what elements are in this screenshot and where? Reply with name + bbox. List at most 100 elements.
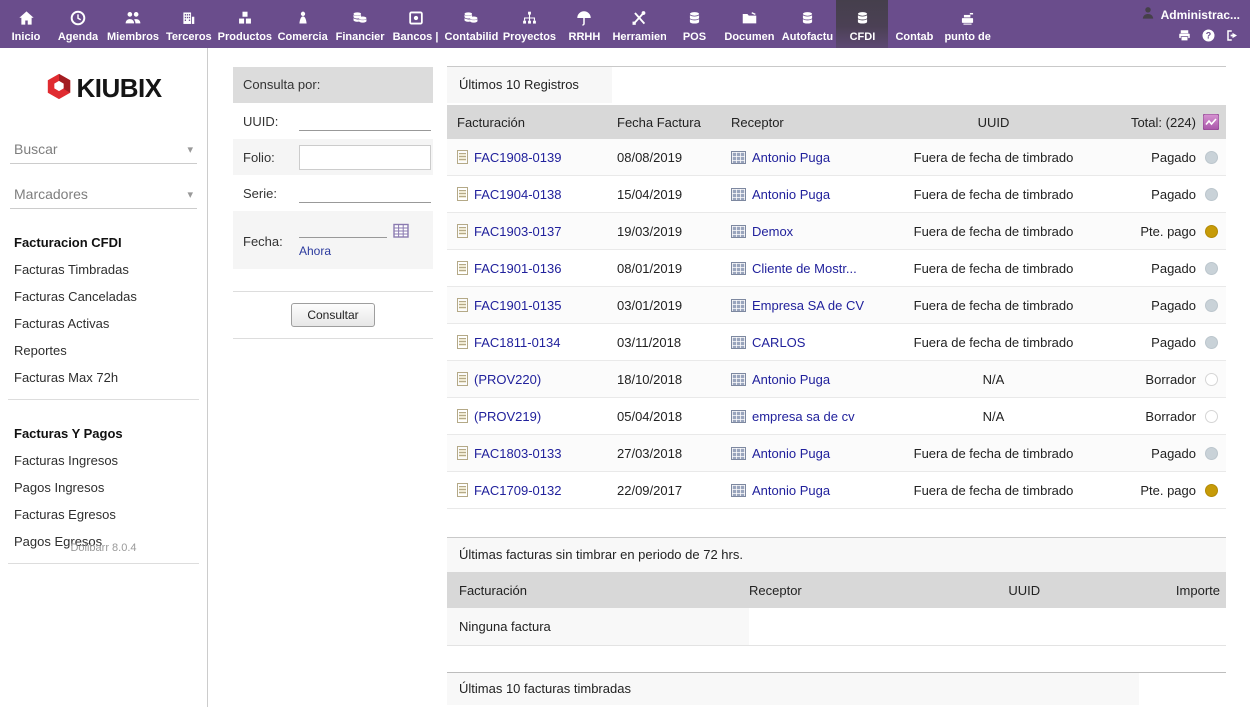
menu-financiera[interactable]: Financier [332, 0, 389, 48]
invoice-icon [457, 261, 468, 275]
table-row: FAC1904-0138 15/04/2019 Antonio Puga Fue… [447, 176, 1226, 213]
table-row: FAC1901-0136 08/01/2019 Cliente de Mostr… [447, 250, 1226, 287]
empty-message: Ninguna factura [447, 608, 749, 645]
stats-icon[interactable] [1203, 114, 1219, 130]
menu-agenda[interactable]: Agenda [52, 0, 104, 48]
user-name: Administrac... [1161, 8, 1240, 22]
invoice-link[interactable]: FAC1908-0139 [474, 150, 561, 165]
uuid-status: Fuera de fecha de timbrado [911, 446, 1076, 461]
sidebar-item-facturas-egresos[interactable]: Facturas Egresos [14, 507, 207, 522]
uuid-input[interactable] [299, 111, 431, 131]
logout-icon[interactable] [1225, 28, 1240, 43]
print-icon[interactable] [1177, 28, 1192, 43]
menu-productos[interactable]: Productos [216, 0, 274, 48]
invoice-date: 05/04/2018 [617, 409, 731, 424]
status-dot [1205, 373, 1218, 386]
serie-row: Serie: [233, 175, 433, 211]
consultar-button[interactable]: Consultar [291, 303, 374, 327]
col-uuid: UUID [933, 583, 1117, 598]
invoice-link[interactable]: FAC1904-0138 [474, 187, 561, 202]
sidebar-item-reportes[interactable]: Reportes [14, 343, 207, 358]
menu-miembros[interactable]: Miembros [104, 0, 162, 48]
sidebar-item-facturas-ingresos[interactable]: Facturas Ingresos [14, 453, 207, 468]
menu-comercial[interactable]: Comercia [274, 0, 332, 48]
menu-pos[interactable]: POS [668, 0, 720, 48]
menu-contab[interactable]: Contab [888, 0, 940, 48]
menu-cfdi-active[interactable]: CFDI [836, 0, 888, 48]
receptor-link[interactable]: Cliente de Mostr... [752, 261, 857, 276]
table-row: FAC1811-0134 03/11/2018 CARLOS Fuera de … [447, 324, 1226, 361]
divider [8, 399, 199, 400]
menu-herramientas[interactable]: Herramien [610, 0, 668, 48]
col-importe: Importe [1116, 583, 1226, 598]
database-icon [854, 7, 871, 29]
status-dot [1205, 299, 1218, 312]
folio-input[interactable] [299, 145, 431, 170]
invoice-link[interactable]: FAC1901-0135 [474, 298, 561, 313]
sidebar-item-facturas-timbradas[interactable]: Facturas Timbradas [14, 262, 207, 277]
uuid-status: N/A [911, 372, 1076, 387]
menu-terceros[interactable]: Terceros [162, 0, 216, 48]
query-submit-row: Consultar [233, 291, 433, 339]
invoice-date: 03/11/2018 [617, 335, 731, 350]
invoice-link[interactable]: (PROV219) [474, 409, 541, 424]
invoice-link[interactable]: (PROV220) [474, 372, 541, 387]
menu-documentos[interactable]: Documen [720, 0, 778, 48]
registros-title: Últimos 10 Registros [447, 67, 612, 103]
menu-autofactura[interactable]: Autofactu [778, 0, 836, 48]
folio-label: Folio: [243, 150, 299, 165]
sidebar-item-facturas-canceladas[interactable]: Facturas Canceladas [14, 289, 207, 304]
invoice-link[interactable]: FAC1709-0132 [474, 483, 561, 498]
receptor-link[interactable]: Demox [752, 224, 793, 239]
topbar-right: Administrac... ? [1140, 0, 1250, 48]
company-icon [731, 225, 746, 238]
receptor-link[interactable]: CARLOS [752, 335, 805, 350]
payment-status: Pte. pago [1076, 483, 1196, 498]
sidebar-item-facturas-max-72h[interactable]: Facturas Max 72h [14, 370, 207, 385]
invoice-icon [457, 224, 468, 238]
user-menu[interactable]: Administrac... [1140, 5, 1240, 24]
receptor-link[interactable]: Antonio Puga [752, 446, 830, 461]
receptor-link[interactable]: Antonio Puga [752, 483, 830, 498]
database-icon [686, 7, 703, 29]
menu-punto-de-venta[interactable]: punto de [940, 0, 994, 48]
sidebar-item-pagos-ingresos[interactable]: Pagos Ingresos [14, 480, 207, 495]
invoice-link[interactable]: FAC1901-0136 [474, 261, 561, 276]
receptor-link[interactable]: empresa sa de cv [752, 409, 855, 424]
sidebar-item-facturas-activas[interactable]: Facturas Activas [14, 316, 207, 331]
register-icon [958, 7, 977, 29]
status-dot [1205, 151, 1218, 164]
receptor-link[interactable]: Empresa SA de CV [752, 298, 864, 313]
invoice-icon [457, 446, 468, 460]
status-dot [1205, 410, 1218, 423]
receptor-link[interactable]: Antonio Puga [752, 150, 830, 165]
bookmarks-dropdown[interactable]: Marcadores ▾ [10, 182, 197, 209]
payment-status: Pagado [1076, 298, 1196, 313]
menu-rrhh[interactable]: RRHH [558, 0, 610, 48]
menu-bancos[interactable]: Bancos | [389, 0, 443, 48]
receptor-link[interactable]: Antonio Puga [752, 372, 830, 387]
menu-contabilidad[interactable]: Contabilid [442, 0, 500, 48]
uuid-status: Fuera de fecha de timbrado [911, 261, 1076, 276]
fecha-input[interactable] [299, 220, 387, 238]
col-uuid: UUID [911, 115, 1076, 130]
table-row: FAC1803-0133 27/03/2018 Antonio Puga Fue… [447, 435, 1226, 472]
company-icon [731, 447, 746, 460]
timbradas-title: Últimas 10 facturas timbradas [447, 673, 1139, 705]
calendar-icon[interactable] [393, 223, 409, 238]
status-dot [1205, 188, 1218, 201]
invoice-link[interactable]: FAC1811-0134 [474, 335, 561, 350]
uuid-status: Fuera de fecha de timbrado [911, 483, 1076, 498]
invoice-icon [457, 335, 468, 349]
receptor-link[interactable]: Antonio Puga [752, 187, 830, 202]
now-link[interactable]: Ahora [299, 244, 431, 258]
help-icon[interactable]: ? [1201, 28, 1216, 43]
invoice-link[interactable]: FAC1903-0137 [474, 224, 561, 239]
menu-proyectos[interactable]: Proyectos [500, 0, 558, 48]
invoice-link[interactable]: FAC1803-0133 [474, 446, 561, 461]
empty-row: Ninguna factura [447, 608, 1226, 646]
menu-inicio[interactable]: Inicio [0, 0, 52, 48]
search-dropdown[interactable]: Buscar ▾ [10, 137, 197, 164]
invoice-icon [457, 187, 468, 201]
serie-input[interactable] [299, 183, 431, 203]
